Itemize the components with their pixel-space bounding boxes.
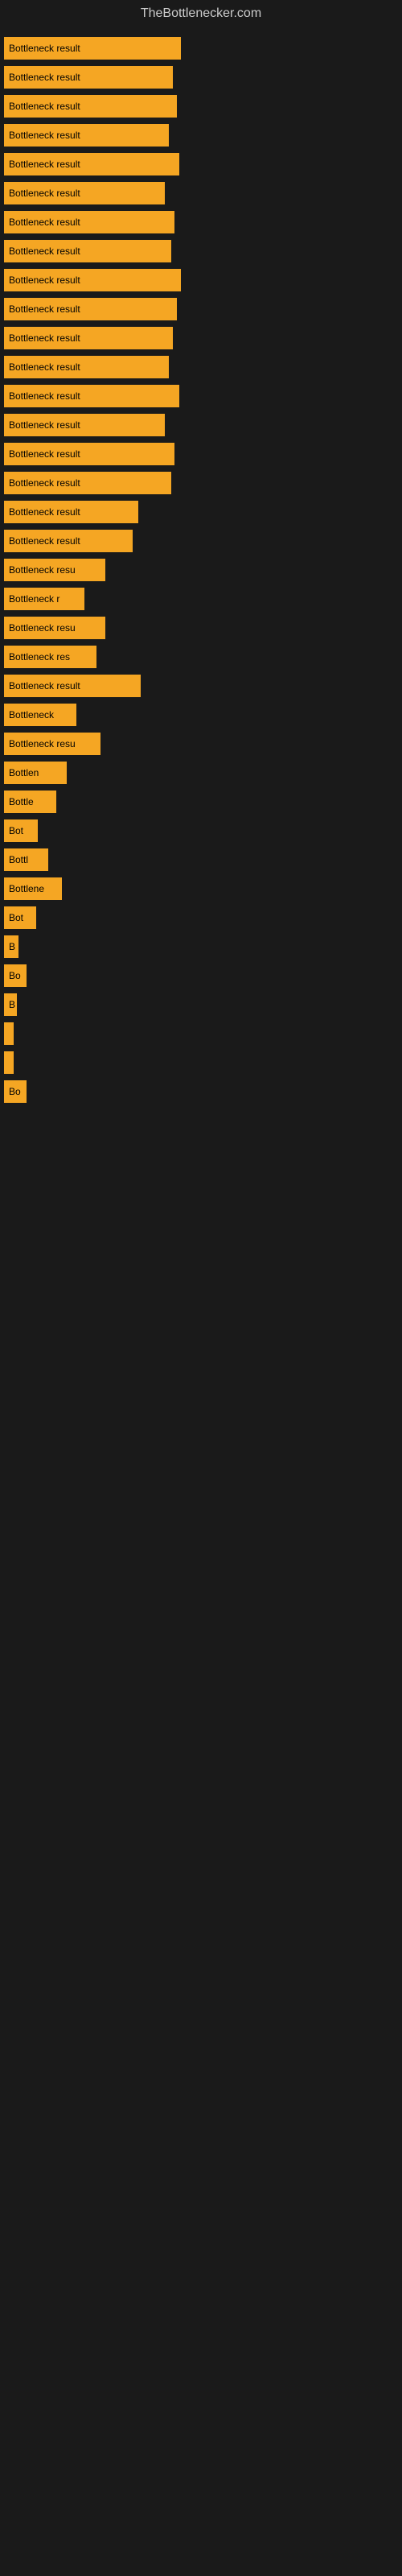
bar-row: Bottleneck result — [4, 35, 398, 61]
bars-container: Bottleneck result Bottleneck result Bottle… — [0, 27, 402, 1116]
bar-row: B — [4, 934, 398, 960]
bottleneck-bar — [4, 1051, 14, 1074]
bar-row: Bottleneck — [4, 702, 398, 728]
bottleneck-bar: Bottleneck result — [4, 327, 173, 349]
bottleneck-bar: Bottleneck result — [4, 385, 179, 407]
bottleneck-bar: Bottleneck result — [4, 37, 181, 60]
bottleneck-bar: Bottleneck — [4, 704, 76, 726]
bottleneck-bar: B — [4, 993, 17, 1016]
bottleneck-bar: Bottleneck resu — [4, 559, 105, 581]
bar-row — [4, 1021, 398, 1046]
bar-row: Bottleneck result — [4, 238, 398, 264]
bar-row: Bottleneck result — [4, 296, 398, 322]
bar-row: Bottleneck result — [4, 354, 398, 380]
bar-row: Bo — [4, 963, 398, 989]
bar-row: Bottleneck resu — [4, 615, 398, 641]
bar-row: Bottleneck result — [4, 528, 398, 554]
bar-row: Bottleneck result — [4, 325, 398, 351]
bottleneck-bar: Bottleneck result — [4, 211, 174, 233]
bottleneck-bar: Bo — [4, 964, 27, 987]
bottleneck-bar: Bottleneck result — [4, 675, 141, 697]
bottleneck-bar: Bottleneck resu — [4, 733, 100, 755]
bar-row: Bottleneck result — [4, 151, 398, 177]
bar-row: Bottleneck result — [4, 267, 398, 293]
bar-row: Bottleneck result — [4, 122, 398, 148]
bottleneck-bar: Bottleneck result — [4, 472, 171, 494]
bar-row — [4, 1050, 398, 1075]
bottleneck-bar: Bottleneck result — [4, 124, 169, 147]
bottleneck-bar: Bottleneck result — [4, 501, 138, 523]
bottleneck-bar: Bottleneck result — [4, 240, 171, 262]
bar-row: Bottleneck r — [4, 586, 398, 612]
bar-row: Bottleneck result — [4, 470, 398, 496]
bar-row: Bo — [4, 1079, 398, 1104]
bar-row: Bottleneck result — [4, 209, 398, 235]
bottleneck-bar: Bottleneck resu — [4, 617, 105, 639]
bar-row: Bottleneck res — [4, 644, 398, 670]
bottleneck-bar: Bottleneck result — [4, 182, 165, 204]
bar-row: Bottleneck result — [4, 441, 398, 467]
bottleneck-bar: Bottle — [4, 791, 56, 813]
bar-row: Bottleneck result — [4, 93, 398, 119]
bar-row: Bottleneck result — [4, 383, 398, 409]
bottleneck-bar: Bot — [4, 819, 38, 842]
bar-row: Bottl — [4, 847, 398, 873]
bar-row: Bottleneck result — [4, 412, 398, 438]
bar-row: Bot — [4, 905, 398, 931]
bottleneck-bar: Bottleneck result — [4, 269, 181, 291]
bar-row: Bottlen — [4, 760, 398, 786]
bottleneck-bar: B — [4, 935, 18, 958]
bottleneck-bar: Bottleneck result — [4, 530, 133, 552]
bottleneck-bar: Bot — [4, 906, 36, 929]
bottleneck-bar: Bottl — [4, 848, 48, 871]
bar-row: Bottleneck result — [4, 673, 398, 699]
bottleneck-bar: Bo — [4, 1080, 27, 1103]
bottleneck-bar: Bottleneck result — [4, 443, 174, 465]
site-title: TheBottlenecker.com — [0, 0, 402, 27]
bar-row: Bottleneck resu — [4, 731, 398, 757]
bottleneck-bar: Bottleneck result — [4, 95, 177, 118]
bottleneck-bar: Bottleneck r — [4, 588, 84, 610]
bottleneck-bar: Bottleneck result — [4, 414, 165, 436]
bar-row: B — [4, 992, 398, 1018]
bottleneck-bar: Bottleneck result — [4, 356, 169, 378]
bottleneck-bar: Bottleneck result — [4, 66, 173, 89]
bar-row: Bottleneck result — [4, 499, 398, 525]
bar-row: Bot — [4, 818, 398, 844]
bar-row: Bottleneck resu — [4, 557, 398, 583]
bar-row: Bottleneck result — [4, 180, 398, 206]
bottleneck-bar — [4, 1022, 14, 1045]
bottleneck-bar: Bottlene — [4, 877, 62, 900]
bar-row: Bottlene — [4, 876, 398, 902]
bottleneck-bar: Bottleneck result — [4, 298, 177, 320]
bottleneck-bar: Bottlen — [4, 762, 67, 784]
bar-row: Bottleneck result — [4, 64, 398, 90]
bar-row: Bottle — [4, 789, 398, 815]
bottleneck-bar: Bottleneck res — [4, 646, 96, 668]
bottleneck-bar: Bottleneck result — [4, 153, 179, 175]
